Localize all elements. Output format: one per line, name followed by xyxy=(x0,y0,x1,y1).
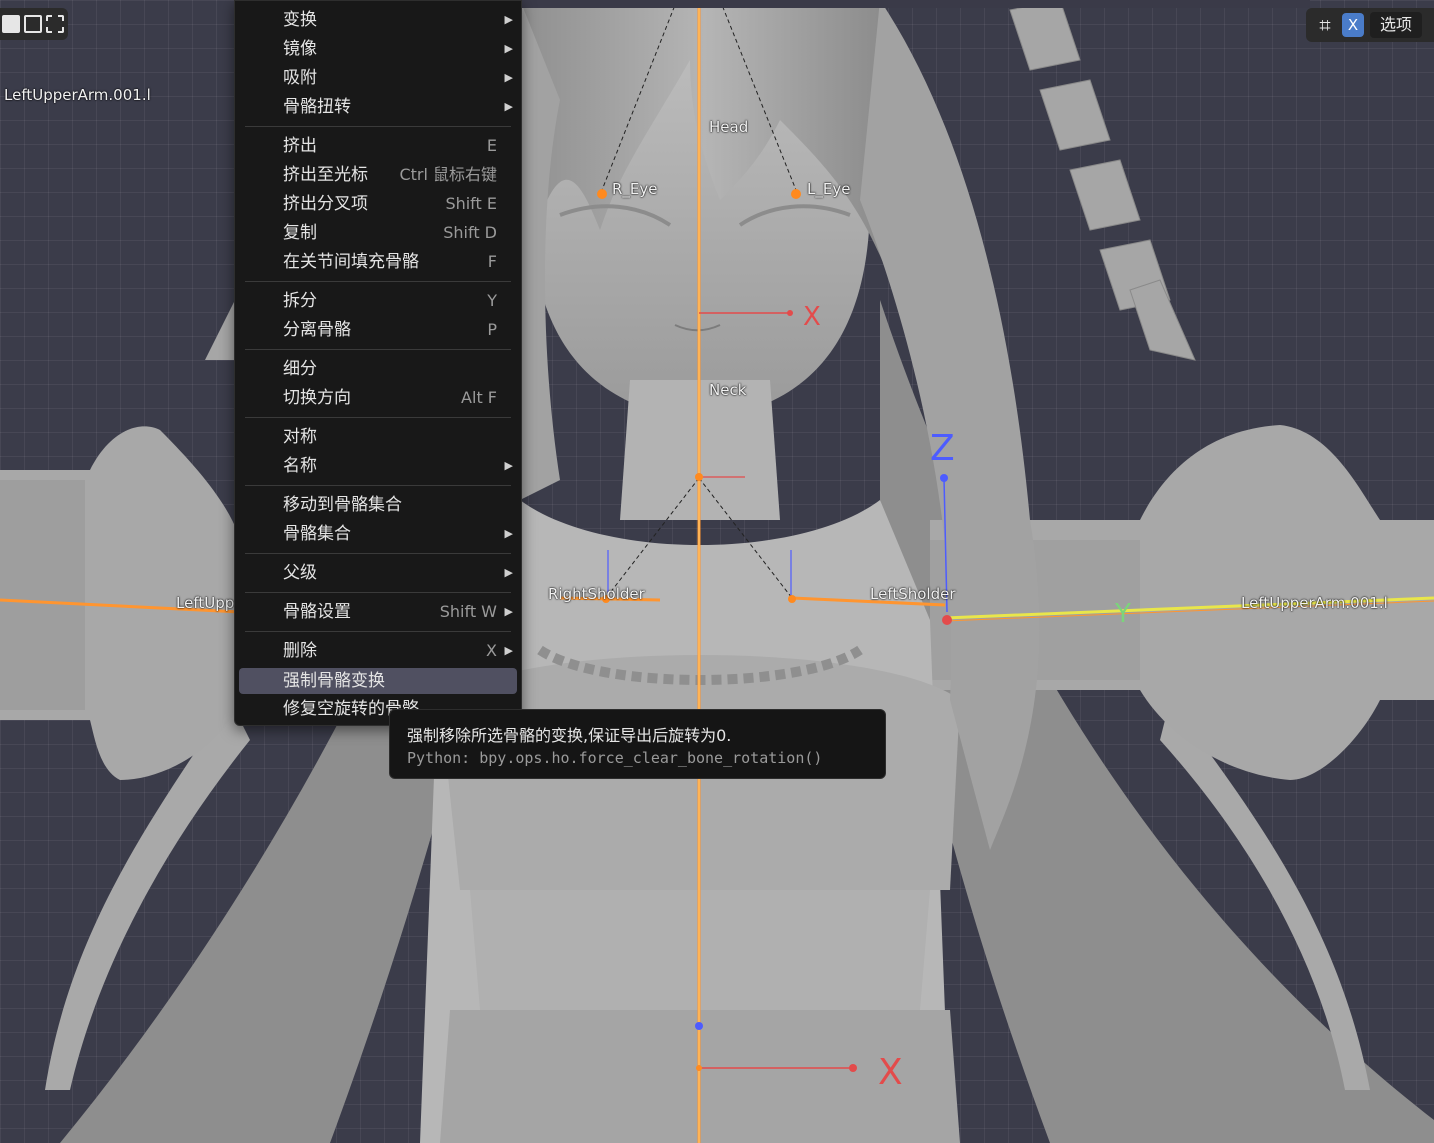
menu-item-force-bone-transform[interactable]: 强制骨骼变换 xyxy=(239,668,517,694)
viewport-header-right: ⌗ X 选项 xyxy=(1306,8,1434,42)
menu-separator xyxy=(245,485,511,486)
submenu-arrow-icon: ▶ xyxy=(504,42,513,55)
menu-item-extrude-to-cursor[interactable]: 挤出至光标 Ctrl 鼠标右键 xyxy=(241,161,517,189)
menu-item-bone-collections[interactable]: 骨骼集合 ▶ xyxy=(241,520,517,548)
submenu-arrow-icon: ▶ xyxy=(504,459,513,472)
xray-icon[interactable]: ⌗ xyxy=(1314,14,1336,36)
menu-item-move-to-collection[interactable]: 移动到骨骼集合 xyxy=(241,491,517,519)
menu-item-parent[interactable]: 父级 ▶ xyxy=(241,559,517,587)
menu-item-delete[interactable]: 删除 X ▶ xyxy=(241,637,517,665)
menu-separator xyxy=(245,417,511,418)
3d-viewport[interactable]: X Z Y X LeftUpperArm.001.l Head R_Eye L_… xyxy=(0,0,1434,1143)
menu-item-separate-bones[interactable]: 分离骨骼 P xyxy=(241,316,517,344)
axis-y-arm: Y xyxy=(1114,599,1131,629)
menu-separator xyxy=(245,126,511,127)
menu-item-bone-roll[interactable]: 骨骼扭转 ▶ xyxy=(241,93,517,121)
submenu-arrow-icon: ▶ xyxy=(504,100,513,113)
bone-label-head: Head xyxy=(709,118,749,136)
submenu-arrow-icon: ▶ xyxy=(504,13,513,26)
menu-item-subdivide[interactable]: 细分 xyxy=(241,355,517,383)
menu-item-split[interactable]: 拆分 Y xyxy=(241,287,517,315)
menu-item-extrude[interactable]: 挤出 E xyxy=(241,132,517,160)
header-strip xyxy=(520,0,1310,8)
r-eye-joint xyxy=(597,189,607,199)
bone-label-top-left: LeftUpperArm.001.l xyxy=(4,86,151,104)
select-mode-toolbar xyxy=(0,8,68,40)
hair-ribbons xyxy=(1009,0,1196,361)
l-eye-joint xyxy=(791,189,801,199)
bone-label-left-upper-arm: LeftUpperArm.001.l xyxy=(1241,594,1388,612)
menu-item-fill-between-joints[interactable]: 在关节间填充骨骼 F xyxy=(241,248,517,276)
submenu-arrow-icon: ▶ xyxy=(504,71,513,84)
menu-separator xyxy=(245,592,511,593)
menu-item-transform[interactable]: 变换 ▶ xyxy=(241,6,517,34)
menu-item-bone-settings[interactable]: 骨骼设置 Shift W ▶ xyxy=(241,598,517,626)
character-model-scene: X Z Y X xyxy=(0,0,1434,1143)
menu-item-symmetrize[interactable]: 对称 xyxy=(241,423,517,451)
select-subtract-icon[interactable] xyxy=(46,15,64,33)
select-box-icon[interactable] xyxy=(2,15,20,33)
x-mirror-toggle[interactable]: X xyxy=(1342,13,1364,37)
menu-item-snap[interactable]: 吸附 ▶ xyxy=(241,64,517,92)
submenu-arrow-icon: ▶ xyxy=(504,644,513,657)
bone-label-l-eye: L_Eye xyxy=(807,180,851,198)
menu-item-mirror[interactable]: 镜像 ▶ xyxy=(241,35,517,63)
menu-separator xyxy=(245,281,511,282)
tooltip-description: 强制移除所选骨骼的变换,保证导出后旋转为0. xyxy=(407,726,732,745)
menu-item-extrude-forked[interactable]: 挤出分叉项 Shift E xyxy=(241,190,517,218)
tooltip-python-path: Python: bpy.ops.ho.force_clear_bone_rota… xyxy=(407,749,823,767)
select-extend-icon[interactable] xyxy=(24,15,42,33)
options-button[interactable]: 选项 xyxy=(1370,12,1423,38)
menu-item-switch-direction[interactable]: 切换方向 Alt F xyxy=(241,384,517,412)
bone-label-left-sholder: LeftSholder xyxy=(870,585,956,603)
menu-item-duplicate[interactable]: 复制 Shift D xyxy=(241,219,517,247)
axis-z-shoulder: Z xyxy=(930,428,955,469)
menu-separator xyxy=(245,631,511,632)
bone-label-r-eye: R_Eye xyxy=(612,180,658,198)
menu-item-names[interactable]: 名称 ▶ xyxy=(241,452,517,480)
axis-x-head: X xyxy=(803,302,821,332)
bone-label-right-sholder: RightSholder xyxy=(548,585,645,603)
operator-tooltip: 强制移除所选骨骼的变换,保证导出后旋转为0. Python: bpy.ops.h… xyxy=(389,709,886,779)
submenu-arrow-icon: ▶ xyxy=(504,605,513,618)
armature-context-menu: 变换 ▶ 镜像 ▶ 吸附 ▶ 骨骼扭转 ▶ 挤出 E 挤出至光标 Ctrl 鼠标右键 挤出分… xyxy=(234,0,522,726)
axis-x-lower: X xyxy=(878,1052,903,1093)
bone-label-left-upper-arm-cut: LeftUpp xyxy=(176,594,235,612)
submenu-arrow-icon: ▶ xyxy=(504,566,513,579)
submenu-arrow-icon: ▶ xyxy=(504,527,513,540)
bone-label-neck: Neck xyxy=(709,381,747,399)
menu-separator xyxy=(245,553,511,554)
menu-separator xyxy=(245,349,511,350)
